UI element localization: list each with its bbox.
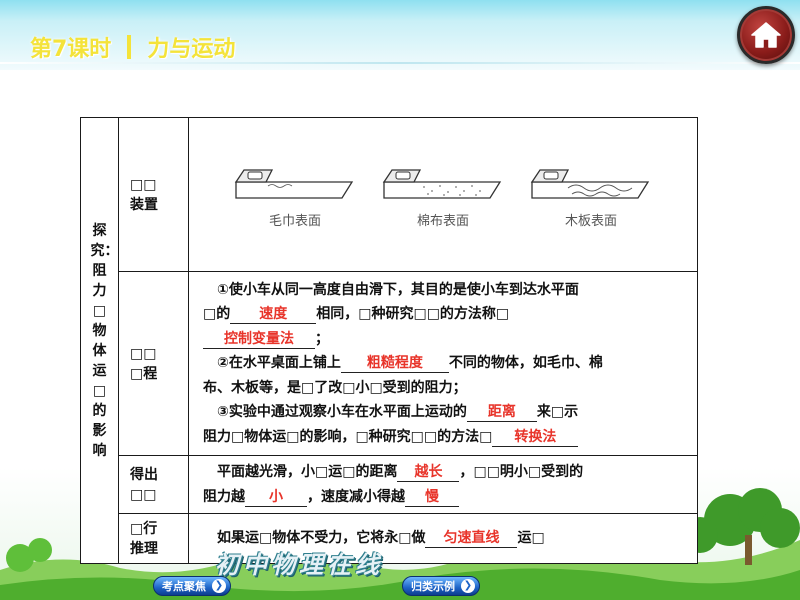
process-line6-post: 来□示 xyxy=(536,404,579,421)
process-line7-pre: 阻力□物体运□的影响，□种研究□□的方法□ xyxy=(203,428,493,445)
nav-button-examples[interactable]: 归类示例 ❯ xyxy=(402,576,480,596)
inference-label-line1: □行 xyxy=(130,520,158,537)
watermark-text: 初中物理在线 xyxy=(215,550,383,579)
nav-button-exam-focus[interactable]: 考点聚焦 ❯ xyxy=(153,576,231,596)
cotton-surface-image xyxy=(382,169,502,199)
conclusion-line1-post: ，□□明小□受到的 xyxy=(459,464,584,480)
process-label-line2: □程 xyxy=(130,365,158,382)
nav-label-exam-focus: 考点聚焦 xyxy=(162,580,206,593)
conclusion-line-1: 平面越光滑，小□运□的距离 越长 ，□□明小□受到的 xyxy=(203,460,685,485)
table-row-inference: □行 推理 如果运□物体不受力，它将永□做 匀速直线 运□ xyxy=(81,513,698,564)
page-title: 力与运动 xyxy=(147,37,236,62)
conclusion-label-line2: □□ xyxy=(130,486,157,503)
answer-distance: 距离 xyxy=(466,403,537,423)
process-line-2: □的 速度 相同，□种研究□□的方法称□ xyxy=(203,302,685,327)
answer-uniform-linear: 匀速直线 xyxy=(425,529,518,549)
conclusion-label-line1: 得出 xyxy=(130,466,158,483)
process-line-6: ③实验中通过观察小车在水平面上运动的 距离 来□示 xyxy=(203,400,685,425)
answer-longer: 越长 xyxy=(397,463,460,482)
wood-surface-image xyxy=(530,169,650,199)
apparatus-content-cell: 毛巾表面 棉布表面 木板表面 xyxy=(188,117,698,272)
surface-caption-cotton: 棉布表面 xyxy=(416,214,469,229)
process-label-line1: □□ xyxy=(130,345,157,362)
home-icon xyxy=(751,22,781,48)
answer-smaller: 小 xyxy=(245,488,307,507)
table-row-process: □□ □程 ①使小车从同一高度自由滑下，其目的是使小车到达水平面 □的 速度 相同，… xyxy=(81,271,698,456)
process-line3-post: ； xyxy=(315,330,329,347)
conclusion-line-2: 阻力越小，速度减小得越慢 xyxy=(203,485,685,510)
apparatus-label-line2: 装置 xyxy=(130,196,158,213)
title-divider xyxy=(127,35,132,59)
lesson-number: 第7课时 xyxy=(30,37,112,62)
answer-roughness: 粗糙程度 xyxy=(340,354,449,374)
inference-line-pre: 如果运□物体不受力，它将永□做 xyxy=(217,530,426,547)
chevron-right-icon: ❯ xyxy=(461,579,475,593)
answer-conversion: 转换法 xyxy=(492,428,579,447)
conclusion-line2-mid: ，速度减小得越 xyxy=(307,488,405,505)
towel-surface-image xyxy=(234,169,354,199)
process-line-1: ①使小车从同一高度自由滑下，其目的是使小车到达水平面 xyxy=(217,281,579,298)
answer-slower: 慢 xyxy=(405,488,459,507)
conclusion-label-cell: 得出 □□ xyxy=(118,455,189,514)
conclusion-line2-pre: 阻力越 xyxy=(203,488,245,505)
process-line-3: 控制变量法； xyxy=(203,327,685,352)
apparatus-label-line1: □□ xyxy=(130,176,157,193)
apparatus-label-cell: □□ 装置 xyxy=(118,117,189,272)
process-line2-pre: □的 xyxy=(203,306,231,323)
process-line-7: 阻力□物体运□的影响，□种研究□□的方法□ 转换法 xyxy=(203,425,685,450)
inference-line-post: 运□ xyxy=(517,530,545,547)
inference-label-cell: □行 推理 xyxy=(118,513,189,564)
surface-towel: 毛巾表面 xyxy=(232,164,358,229)
process-line6-pre: ③实验中通过观察小车在水平面上运动的 xyxy=(217,404,467,421)
process-line4-post: 不同的物体，如毛巾、棉 xyxy=(448,355,603,372)
answer-control-variable: 控制变量法 xyxy=(203,330,315,349)
process-label-cell: □□ □程 xyxy=(118,271,189,456)
chevron-right-icon: ❯ xyxy=(212,579,226,593)
surface-cotton: 棉布表面 xyxy=(380,164,506,229)
process-line4-pre: ②在水平桌面上铺上 xyxy=(217,355,341,372)
topic-cell: 探究：阻力□物体运□的影响 xyxy=(80,117,119,564)
surface-wood: 木板表面 xyxy=(528,164,654,229)
process-content-cell: ①使小车从同一高度自由滑下，其目的是使小车到达水平面 □的 速度 相同，□种研究□□… xyxy=(188,271,698,456)
home-button[interactable] xyxy=(737,6,795,64)
surface-caption-towel: 毛巾表面 xyxy=(268,214,321,229)
nav-label-examples: 归类示例 xyxy=(411,580,455,593)
process-line-4: ②在水平桌面上铺上 粗糙程度 不同的物体，如毛巾、棉 xyxy=(203,351,685,376)
title-bar: 第7课时 力与运动 xyxy=(30,30,235,64)
summary-table: 探究：阻力□物体运□的影响 □□ 装置 毛巾表面 棉布表面 木板表面 □□ □程… xyxy=(80,117,698,564)
answer-speed: 速度 xyxy=(230,305,317,325)
process-line-5: 布、木板等，是□了改□小□受到的阻力； xyxy=(203,379,467,396)
conclusion-line1-pre: 平面越光滑，小□运□的距离 xyxy=(217,464,398,480)
conclusion-content-cell: 平面越光滑，小□运□的距离 越长 ，□□明小□受到的 阻力越小，速度减小得越慢 xyxy=(188,455,698,514)
surface-caption-wood: 木板表面 xyxy=(564,214,617,229)
inference-label-line2: 推理 xyxy=(130,540,158,557)
topic-text: 探究：阻力□物体运□的影响 xyxy=(90,222,119,459)
apparatus-figure: 毛巾表面 棉布表面 木板表面 xyxy=(189,160,697,229)
process-line2-post: 相同，□种研究□□的方法称□ xyxy=(316,306,510,323)
table-row-apparatus: 探究：阻力□物体运□的影响 □□ 装置 毛巾表面 棉布表面 木板表面 xyxy=(80,117,698,564)
table-row-conclusion: 得出 □□ 平面越光滑，小□运□的距离 越长 ，□□明小□受到的 阻力越小，速度减小… xyxy=(81,455,698,514)
